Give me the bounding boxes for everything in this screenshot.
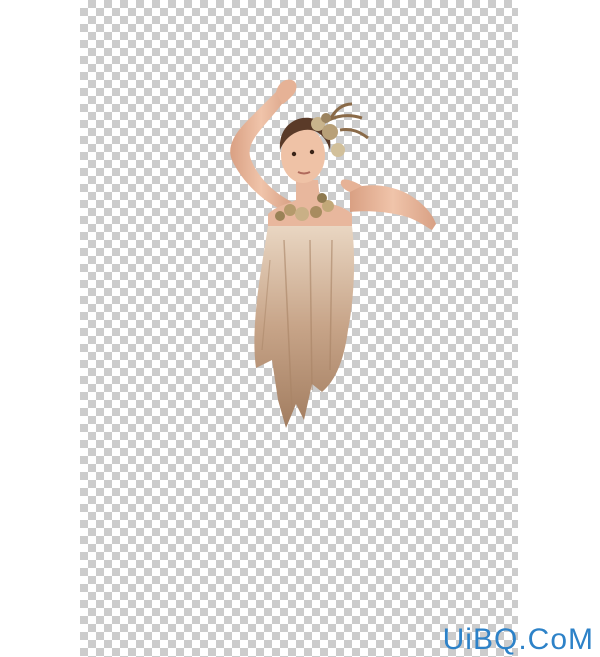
site-watermark: UiBQ.CoM [442, 623, 594, 656]
flowing-dress [254, 226, 355, 428]
right-arm [340, 179, 436, 230]
cutout-dancer-image [230, 79, 436, 428]
editor-stage: UiBQ.CoM [0, 0, 600, 657]
